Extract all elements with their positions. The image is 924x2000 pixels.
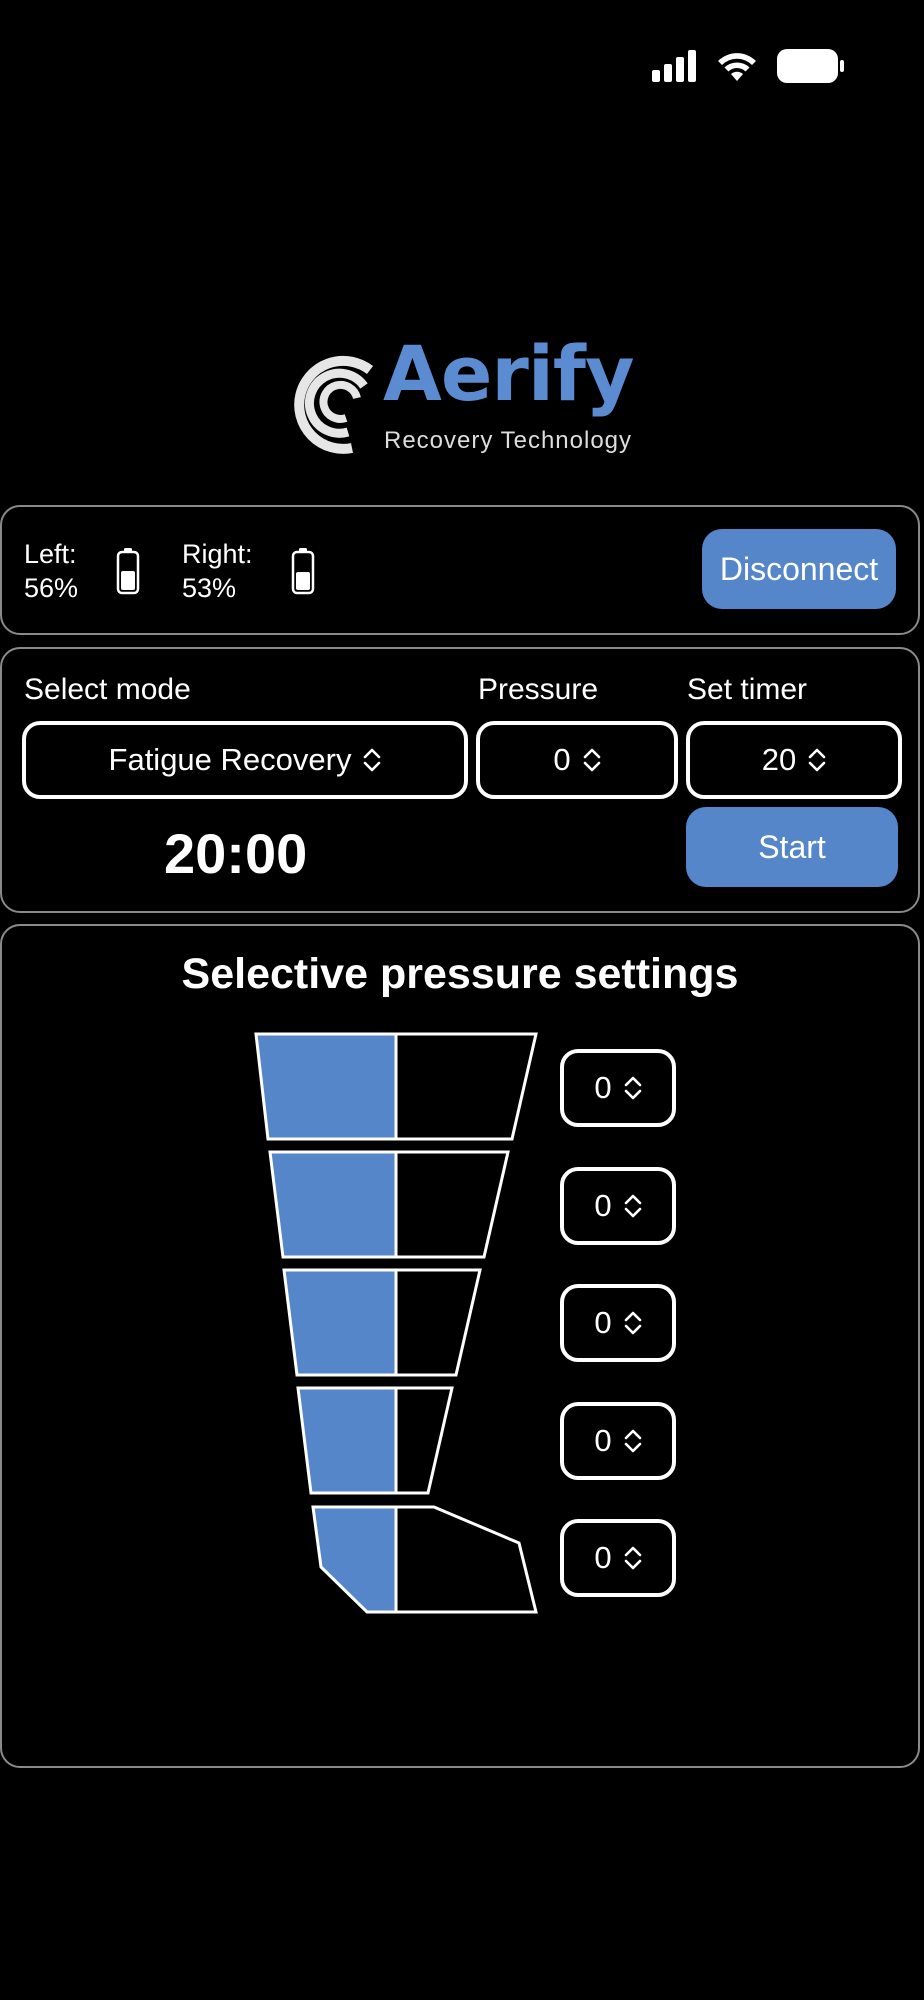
mode-picker-value: Fatigue Recovery (108, 742, 352, 777)
status-bar (0, 0, 924, 132)
left-battery-icon (116, 548, 140, 595)
chevron-up-down-icon (583, 748, 600, 772)
battery-icon (777, 49, 844, 83)
zone-2-pressure-value: 0 (594, 1188, 612, 1223)
right-battery-value: 53% (182, 573, 237, 603)
select-mode-label: Select mode (24, 673, 191, 706)
logo-tagline: Recovery Technology (384, 427, 633, 454)
chevron-up-down-icon (624, 1311, 641, 1335)
signal-icon (652, 50, 696, 82)
zone-5-pressure-picker[interactable]: 0 (560, 1519, 676, 1597)
zone-1-pressure-picker[interactable]: 0 (560, 1049, 676, 1127)
zone-4-pressure-value: 0 (594, 1423, 612, 1458)
timer-picker-value: 20 (761, 742, 797, 777)
countdown-display: 20:00 (164, 822, 308, 885)
mode-picker[interactable]: Fatigue Recovery (22, 721, 468, 799)
wifi-icon (718, 53, 756, 81)
zone-2-pressure-picker[interactable]: 0 (560, 1167, 676, 1245)
zone-4-pressure-picker[interactable]: 0 (560, 1402, 676, 1480)
left-battery-value: 56% (24, 573, 79, 603)
status-icons (652, 48, 846, 84)
pressure-picker-value: 0 (553, 742, 571, 777)
device-status-panel: Left: 56% Right: 53% Disconnect (0, 505, 920, 635)
start-button[interactable]: Start (686, 807, 898, 887)
chevron-up-down-icon (364, 748, 381, 772)
set-timer-label: Set timer (687, 673, 808, 706)
aerify-logo-mark-icon (294, 355, 374, 454)
chevron-up-down-icon (624, 1076, 641, 1100)
timer-picker[interactable]: 20 (686, 721, 902, 799)
session-settings-panel: Select mode Pressure Set timer Fatigue R… (0, 647, 920, 913)
left-battery: Left: 56% (24, 537, 78, 605)
right-battery-icon (291, 548, 315, 595)
zone-3-pressure-value: 0 (594, 1305, 612, 1340)
zone-2-left-chamber (270, 1152, 396, 1257)
chevron-up-down-icon (624, 1546, 641, 1570)
disconnect-button[interactable]: Disconnect (702, 529, 896, 609)
brand-logo: Aerify Recovery Technology (0, 330, 924, 470)
pressure-picker[interactable]: 0 (476, 721, 678, 799)
zone-3-pressure-picker[interactable]: 0 (560, 1284, 676, 1362)
right-battery: Right: 53% (182, 537, 253, 605)
zone-5-pressure-value: 0 (594, 1540, 612, 1575)
pressure-label: Pressure (478, 673, 599, 706)
left-battery-label: Left: (24, 539, 77, 569)
chevron-up-down-icon (624, 1194, 641, 1218)
chevron-up-down-icon (624, 1429, 641, 1453)
leg-zones-diagram (254, 1032, 538, 1614)
chevron-up-down-icon (808, 748, 826, 772)
zone-1-pressure-value: 0 (594, 1070, 612, 1105)
logo-wordmark: Aerify (383, 329, 634, 418)
right-battery-label: Right: (182, 539, 253, 569)
zone-4-left-chamber (298, 1388, 396, 1493)
zone-5-left-chamber (313, 1507, 396, 1612)
zone-1-left-chamber (256, 1034, 396, 1139)
zone-3-left-chamber (284, 1270, 396, 1375)
selective-pressure-panel: Selective pressure settings 0 0 0 0 0 (0, 924, 920, 1768)
